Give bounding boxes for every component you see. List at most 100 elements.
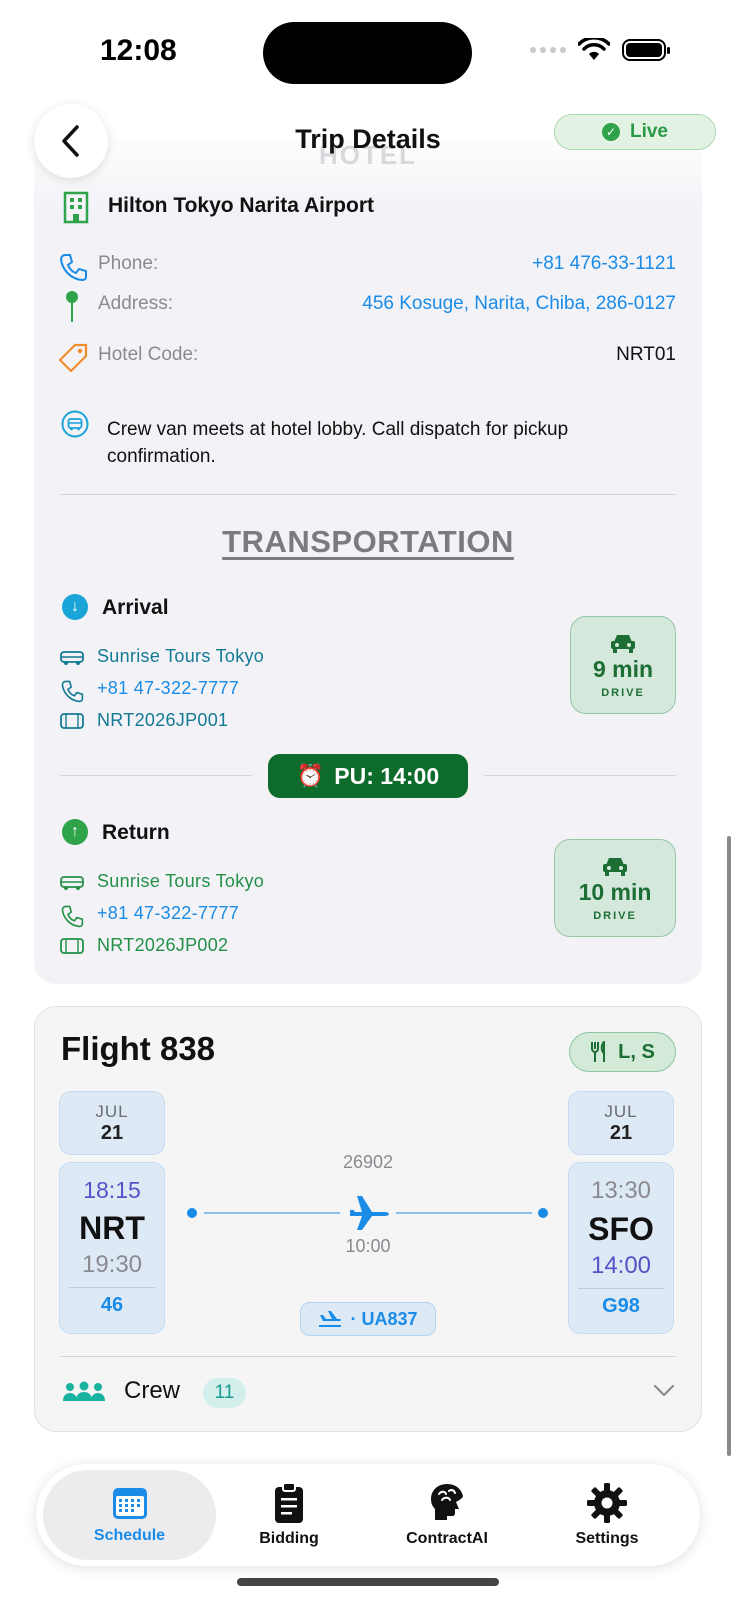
- fork-knife-icon: [591, 1041, 606, 1062]
- calendar-icon: [112, 1488, 147, 1519]
- phone-icon: [61, 905, 84, 928]
- route-origin-dot: [187, 1208, 197, 1218]
- hotel-code-label: Hotel Code:: [98, 344, 199, 365]
- alarm-clock-icon: ⏰: [296, 763, 325, 788]
- departure-date: JUL 21: [59, 1091, 165, 1155]
- arrival-phone-link[interactable]: +81 47-322-7777: [97, 678, 239, 699]
- departure-airport-code: NRT: [79, 1210, 145, 1246]
- tab-schedule[interactable]: Schedule: [43, 1470, 216, 1560]
- location-pin-icon: [66, 291, 78, 322]
- arrival-company: Sunrise Tours Tokyo: [97, 646, 265, 666]
- inbound-flight-badge: · UA837: [300, 1302, 436, 1336]
- car-icon: [60, 876, 84, 890]
- return-company: Sunrise Tours Tokyo: [97, 871, 265, 891]
- return-drive-label: DRIVE: [593, 909, 637, 922]
- tab-schedule-label: Schedule: [93, 1527, 166, 1544]
- arrival-confirmation: NRT2026JP001: [97, 710, 229, 730]
- arrival-title: Arrival: [102, 596, 169, 619]
- departure-gate: 46: [100, 1294, 124, 1316]
- plane-landing-icon: [319, 1311, 342, 1327]
- departure-times: 18:15 NRT 19:30 46: [59, 1162, 165, 1334]
- departure-day: 21: [100, 1121, 124, 1144]
- car-icon: [611, 634, 635, 653]
- arrival-drive-value: 9 min: [592, 655, 654, 682]
- people-icon: [63, 1381, 105, 1401]
- arrival-gate: G98: [602, 1295, 640, 1317]
- transportation-title: TRANSPORTATION: [222, 524, 514, 559]
- tab-bidding[interactable]: Bidding: [219, 1470, 359, 1560]
- hotel-code-value: NRT01: [616, 344, 676, 365]
- van-icon: [61, 410, 89, 438]
- chevron-down-icon[interactable]: [653, 1384, 675, 1398]
- return-drive-time: 10 min DRIVE: [554, 839, 676, 937]
- pickup-time: PU: 14:00: [334, 762, 440, 789]
- ticket-icon: [60, 713, 84, 729]
- phone-label: Phone:: [98, 253, 159, 274]
- arrival-scheduled-time: 13:30: [590, 1177, 652, 1204]
- return-confirmation: NRT2026JP002: [97, 935, 229, 955]
- return-drive-value: 10 min: [578, 878, 652, 905]
- live-status-badge: ✓ Live: [554, 114, 716, 150]
- arrival-month: JUL: [604, 1101, 638, 1121]
- meal-codes: L, S: [618, 1040, 655, 1063]
- hotel-address-link[interactable]: 456 Kosuge, Narita, Chiba, 286-0127: [362, 293, 676, 315]
- live-label: Live: [629, 121, 669, 142]
- tag-icon: [58, 343, 88, 373]
- crew-divider: [60, 1356, 676, 1357]
- departure-month: JUL: [95, 1101, 129, 1121]
- tab-settings-label: Settings: [575, 1530, 639, 1547]
- status-icons: [530, 38, 670, 62]
- status-time: 12:08: [100, 34, 177, 67]
- airplane-icon: [350, 1196, 389, 1230]
- arrival-actual-time: 14:00: [590, 1252, 652, 1279]
- phone-icon: [61, 680, 84, 703]
- departure-actual-time: 19:30: [81, 1251, 143, 1278]
- route-line-left: [204, 1212, 340, 1214]
- route-destination-dot: [538, 1208, 548, 1218]
- arrival-date: JUL 21: [568, 1091, 674, 1155]
- battery-icon: [622, 39, 670, 61]
- meal-badge: L, S: [569, 1032, 676, 1072]
- pickup-divider-right: [484, 775, 676, 776]
- clipboard-icon: [275, 1482, 303, 1523]
- gear-icon: [587, 1483, 627, 1523]
- arrival-times: 13:30 SFO 14:00 G98: [568, 1162, 674, 1334]
- flight-title: Flight 838: [61, 1030, 216, 1067]
- hotel-note: Crew van meets at hotel lobby. Call disp…: [107, 419, 569, 467]
- brain-icon: [431, 1484, 463, 1520]
- hotel-divider: [60, 494, 676, 495]
- route-line-right: [396, 1212, 532, 1214]
- hotel-phone-link[interactable]: +81 476-33-1121: [532, 253, 676, 275]
- arrival-day: 21: [609, 1121, 633, 1144]
- flight-duration: 10:00: [345, 1236, 391, 1256]
- cellular-signal-icon: [530, 47, 566, 53]
- dynamic-island: [263, 22, 472, 84]
- tab-settings[interactable]: Settings: [537, 1470, 677, 1560]
- home-indicator: [237, 1578, 499, 1586]
- scroll-indicator[interactable]: [727, 836, 731, 1456]
- crew-count-badge: 11: [203, 1378, 246, 1408]
- pickup-time-badge: ⏰ PU: 14:00: [268, 754, 468, 798]
- checkmark-icon: ✓: [601, 123, 620, 141]
- tab-bidding-label: Bidding: [259, 1530, 319, 1547]
- tab-contractai-label: ContractAI: [406, 1530, 488, 1547]
- arrival-separator: [578, 1288, 664, 1289]
- inbound-flight: · UA837: [350, 1308, 418, 1329]
- arrival-down-arrow-icon: ↓: [62, 594, 88, 620]
- building-icon: [63, 191, 89, 224]
- car-icon: [603, 857, 627, 876]
- pickup-divider-left: [60, 775, 252, 776]
- phone-icon: [59, 254, 87, 282]
- car-icon: [60, 651, 84, 665]
- arrival-drive-time: 9 min DRIVE: [570, 616, 676, 714]
- return-title: Return: [102, 821, 170, 844]
- tab-contractai[interactable]: ContractAI: [377, 1470, 517, 1560]
- wifi-icon: [578, 38, 610, 60]
- crew-label: Crew: [124, 1377, 181, 1404]
- return-phone-link[interactable]: +81 47-322-7777: [97, 903, 239, 924]
- arrival-drive-label: DRIVE: [601, 686, 645, 699]
- ticket-icon: [60, 938, 84, 954]
- flight-number: 26902: [342, 1152, 394, 1172]
- departure-scheduled-time: 18:15: [83, 1177, 141, 1203]
- departure-separator: [69, 1287, 155, 1288]
